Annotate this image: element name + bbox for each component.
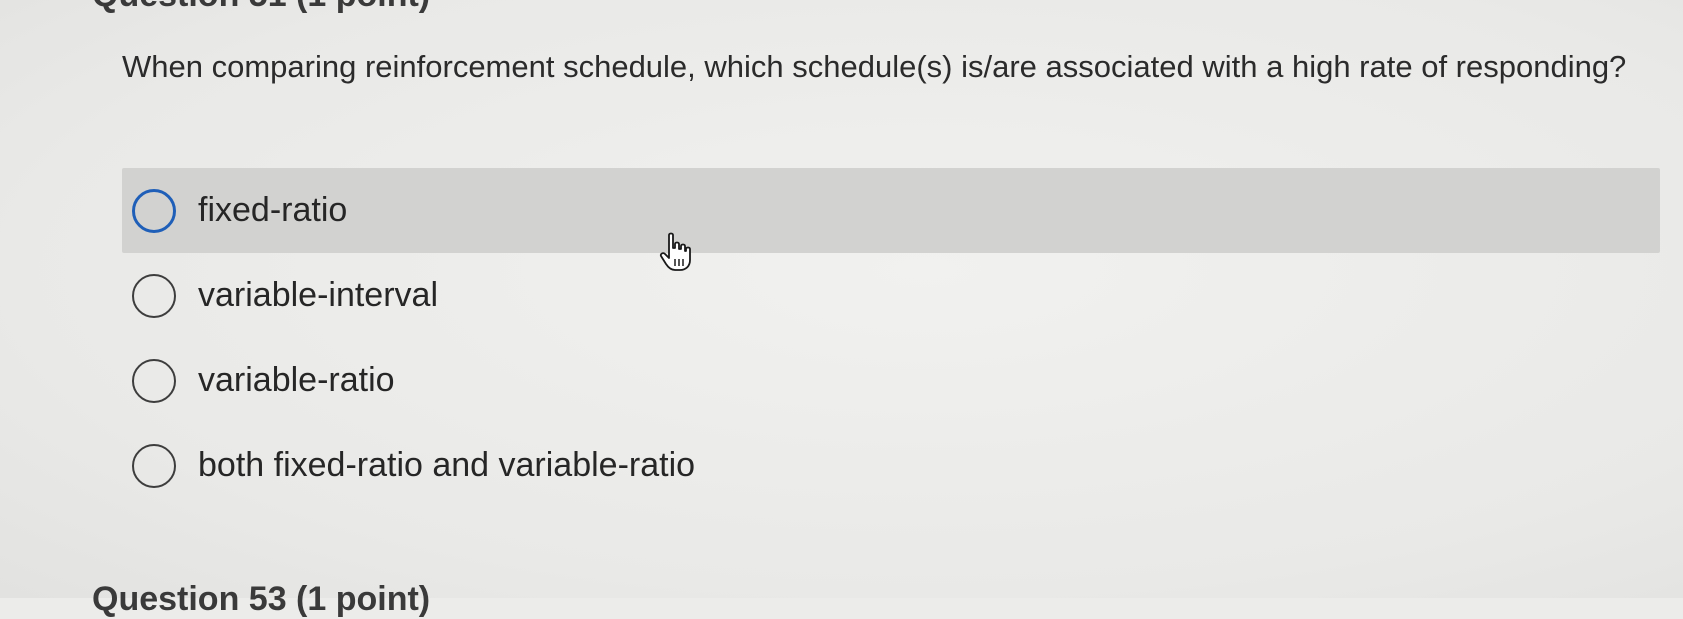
hand-pointer-icon (659, 232, 691, 271)
radio-circle-icon[interactable] (132, 273, 176, 318)
answer-label[interactable]: variable-ratio (198, 361, 395, 400)
radio-circle-icon[interactable] (132, 358, 176, 403)
answer-label[interactable]: both fixed-ratio and variable-ratio (198, 446, 695, 485)
answer-list: fixed-ratio variable-interval variable-r… (122, 168, 1660, 508)
previous-question-header: Question 51 (1 point) (92, 0, 430, 15)
quiz-page: Question 51 (1 point) When comparing rei… (0, 0, 1683, 618)
radio-circle-icon[interactable] (132, 188, 176, 233)
answer-label[interactable]: fixed-ratio (198, 191, 347, 230)
answer-option-fixed-ratio[interactable]: fixed-ratio (122, 168, 1660, 253)
radio-circle-icon[interactable] (132, 443, 176, 488)
question-text: When comparing reinforcement schedule, w… (122, 49, 1627, 84)
answer-option-variable-ratio[interactable]: variable-ratio (122, 338, 1660, 423)
answer-option-variable-interval[interactable]: variable-interval (122, 253, 1660, 338)
answer-label[interactable]: variable-interval (198, 276, 438, 315)
next-question-header: Question 53 (1 point) (92, 580, 431, 618)
answer-option-both[interactable]: both fixed-ratio and variable-ratio (122, 423, 1660, 508)
